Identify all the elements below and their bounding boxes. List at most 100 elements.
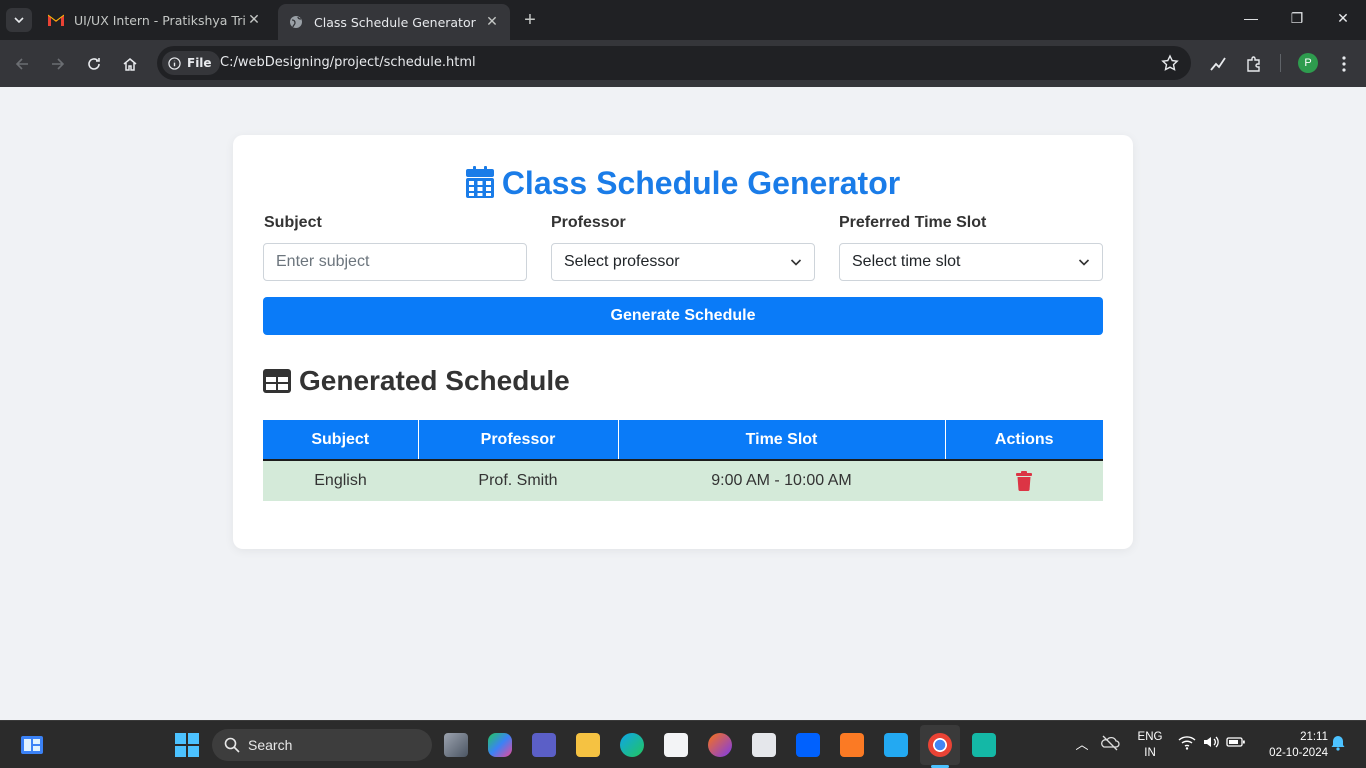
windows-taskbar: Search ︿ ENG IN 21:11 02-10-2024 [0,720,1366,768]
time-slot-label: Preferred Time Slot [839,214,987,231]
tab-title: UI/UX Intern - Pratikshya Tripathy [74,12,246,28]
page-title-text: Class Schedule Generator [501,165,901,201]
tab-class-schedule[interactable]: Class Schedule Generator ✕ [278,4,510,40]
time-slot-select-value: Select time slot [852,253,961,270]
arrow-right-icon [52,58,65,70]
file-explorer-icon[interactable] [576,733,600,757]
amazon-icon[interactable] [752,733,776,757]
xampp-icon[interactable] [840,733,864,757]
minimize-button[interactable]: — [1228,10,1274,30]
forward-button[interactable] [46,52,70,76]
site-info-chip[interactable]: File [162,51,220,75]
new-tab-button[interactable]: + [518,10,542,30]
home-icon [123,58,137,71]
language-indicator[interactable]: ENG IN [1133,729,1167,761]
subject-placeholder: Enter subject [276,253,370,270]
cell-time-slot: 9:00 AM - 10:00 AM [618,460,945,501]
close-tab-icon[interactable]: ✕ [484,14,500,30]
chip-label: File [187,56,212,70]
pycharm-icon[interactable] [972,733,996,757]
subject-label: Subject [264,214,322,231]
gmail-icon [48,12,64,28]
task-view-icon[interactable] [444,733,468,757]
vscode-icon[interactable] [884,733,908,757]
subject-input[interactable]: Enter subject [263,243,527,281]
page-title: Class Schedule Generator [233,165,1133,202]
pulse-icon [1210,57,1226,71]
calendar-icon [465,166,494,198]
volume-icon[interactable] [1202,733,1226,757]
firefox-icon[interactable] [708,733,732,757]
tab-search-button[interactable] [6,8,32,32]
cell-professor: Prof. Smith [418,460,618,501]
taskbar-search-label: Search [248,737,293,753]
generated-schedule-heading-text: Generated Schedule [299,365,570,396]
language-region: IN [1144,747,1156,759]
professor-label: Professor [551,214,626,231]
performance-button[interactable] [1206,52,1230,76]
info-icon [168,56,181,70]
tab-gmail[interactable]: UI/UX Intern - Pratikshya Tripathy ✕ [38,4,272,36]
schedule-table: Subject Professor Time Slot Actions Engl… [263,420,1103,501]
globe-icon [288,14,304,30]
copilot-icon[interactable] [488,733,512,757]
home-button[interactable] [118,52,142,76]
reload-icon [88,58,100,70]
cell-subject: English [263,460,418,501]
search-icon [224,737,240,753]
table-header-row: Subject Professor Time Slot Actions [263,420,1103,461]
column-header-professor: Professor [418,420,619,461]
widgets-icon[interactable] [20,733,44,757]
back-button[interactable] [10,52,34,76]
column-header-subject: Subject [263,420,419,461]
close-window-button[interactable]: ✕ [1320,10,1366,30]
table-row: English Prof. Smith 9:00 AM - 10:00 AM [263,460,1103,501]
browser-tab-bar: UI/UX Intern - Pratikshya Tripathy ✕ Cla… [0,0,1366,40]
column-header-time-slot: Time Slot [618,420,946,461]
table-icon [263,369,291,393]
store-icon[interactable] [664,733,688,757]
reload-button[interactable] [82,52,106,76]
generated-schedule-heading: Generated Schedule [263,365,570,397]
chevron-down-icon [1078,259,1090,266]
address-bar[interactable]: File C:/webDesigning/project/schedule.ht… [157,46,1191,80]
schedule-card: Class Schedule Generator Subject Profess… [233,135,1133,549]
clock[interactable]: 21:11 02-10-2024 [1256,729,1328,761]
column-header-actions: Actions [945,420,1103,461]
arrow-left-icon [15,58,28,70]
language-code: ENG [1137,731,1163,743]
show-hidden-icons-icon[interactable]: ︿ [1070,733,1094,757]
clock-time: 21:11 [1300,731,1328,743]
wifi-icon[interactable] [1178,733,1202,757]
dropbox-icon[interactable] [796,733,820,757]
battery-icon[interactable] [1226,733,1250,757]
browser-menu-button[interactable] [1332,52,1356,76]
restore-button[interactable]: ❐ [1274,10,1320,30]
teams-icon[interactable] [532,733,556,757]
chevron-down-icon [14,17,24,23]
trash-icon[interactable] [1016,471,1032,492]
puzzle-icon [1247,56,1260,72]
generate-schedule-button[interactable]: Generate Schedule [263,297,1103,335]
taskbar-search[interactable]: Search [212,729,432,761]
chevron-down-icon [790,259,802,266]
onedrive-icon[interactable] [1100,733,1124,757]
cell-actions [945,460,1103,501]
toolbar-divider [1280,54,1281,72]
tab-title: Class Schedule Generator [314,14,476,30]
close-tab-icon[interactable]: ✕ [246,12,262,28]
extensions-button[interactable] [1242,52,1266,76]
professor-select-value: Select professor [564,253,680,270]
clock-date: 02-10-2024 [1269,747,1328,759]
url-text: C:/webDesigning/project/schedule.html [220,55,476,70]
edge-icon[interactable] [620,733,644,757]
bookmark-star-icon[interactable] [1161,54,1179,77]
profile-avatar[interactable]: P [1298,53,1318,73]
time-slot-select[interactable]: Select time slot [839,243,1103,281]
more-vertical-icon [1342,56,1346,72]
chrome-icon[interactable] [928,733,952,757]
browser-toolbar: File C:/webDesigning/project/schedule.ht… [0,40,1366,87]
professor-select[interactable]: Select professor [551,243,815,281]
start-windows-icon[interactable] [175,733,199,757]
notification-bell-icon[interactable] [1330,733,1354,757]
